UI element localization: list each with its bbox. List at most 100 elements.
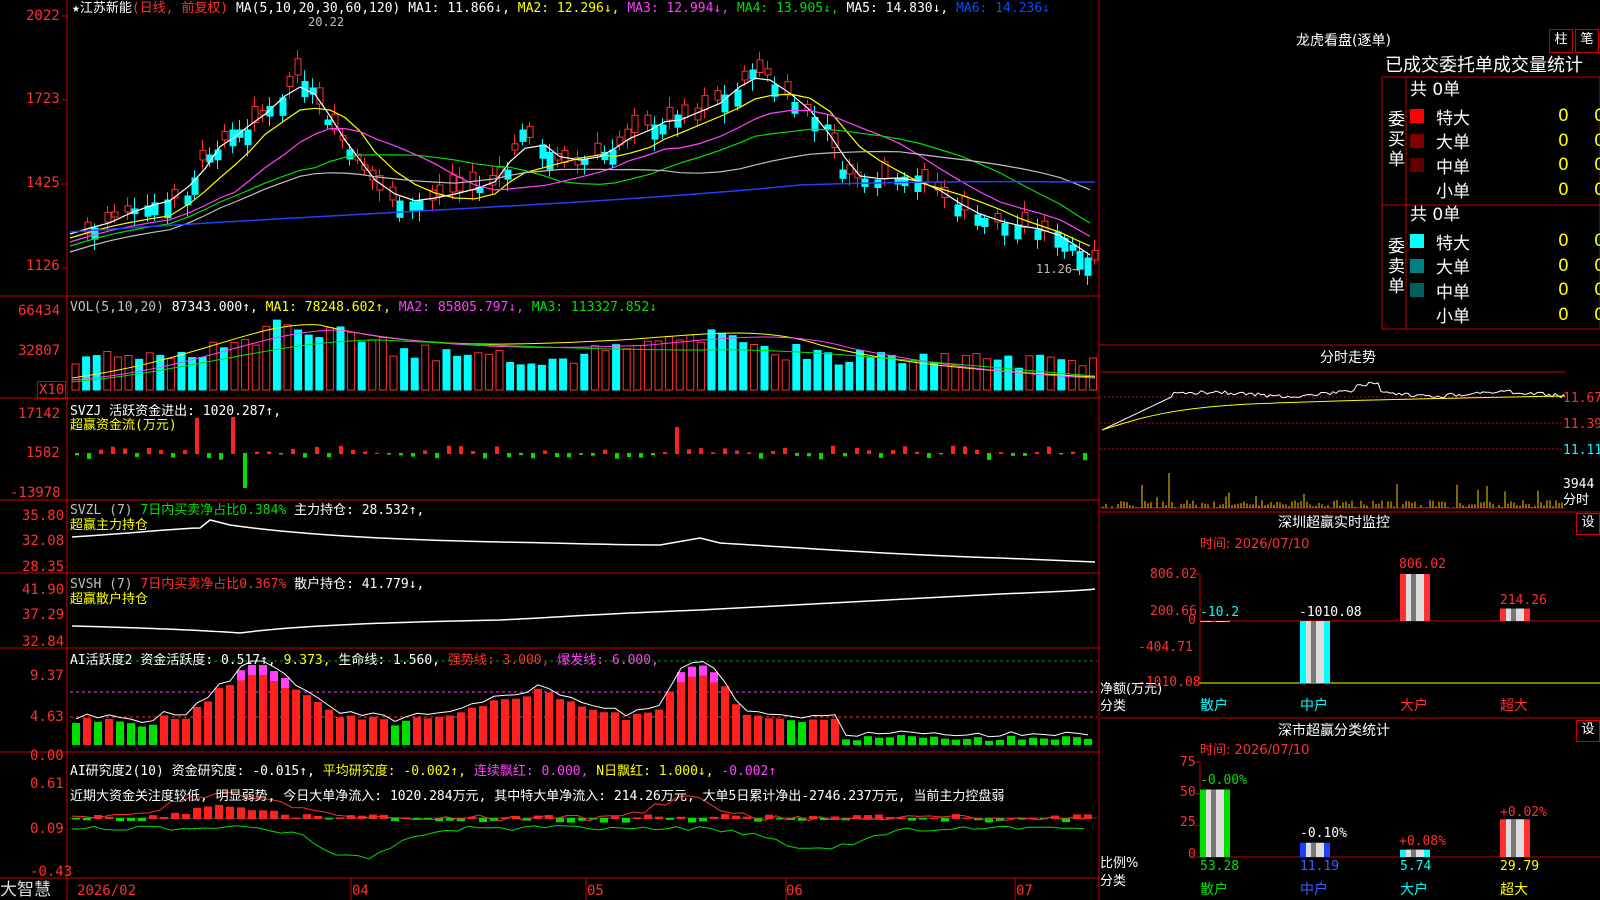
activity-bar bbox=[116, 721, 124, 745]
candle-body bbox=[279, 97, 287, 116]
activity-bar bbox=[996, 740, 1004, 745]
ma5-value: MA5: 14.830↓, bbox=[846, 1, 949, 16]
research-bar bbox=[138, 818, 146, 821]
class-bar-highlight bbox=[1306, 842, 1324, 857]
buy-color-swatch bbox=[1410, 158, 1424, 173]
volume-bar bbox=[92, 355, 101, 391]
candle-body bbox=[1084, 257, 1092, 276]
monitor-bar-highlight bbox=[1406, 574, 1424, 621]
vol-unit-label[interactable]: X10 bbox=[37, 381, 67, 399]
volume-bar bbox=[983, 358, 992, 391]
sell-orders-label: 委卖单 bbox=[1388, 237, 1405, 297]
ai-active-burst: 爆发线: 6.000, bbox=[557, 653, 659, 668]
vol-axis-label: 66434 bbox=[18, 303, 61, 319]
volume-bar bbox=[241, 339, 250, 391]
fund-flow-bar bbox=[243, 453, 247, 488]
buy-count: 0 bbox=[1558, 179, 1569, 200]
volume-bar bbox=[410, 357, 419, 391]
research-bar bbox=[743, 816, 751, 819]
ai-active-title: AI活跃度2 bbox=[70, 653, 133, 668]
research-bar bbox=[193, 808, 201, 819]
activity-bar bbox=[820, 719, 828, 745]
volume-bar bbox=[548, 358, 557, 391]
activity-bar bbox=[688, 666, 696, 745]
ma3-value: MA3: 12.994↓, bbox=[627, 1, 730, 16]
activity-bar bbox=[171, 718, 179, 745]
candle-body bbox=[791, 102, 799, 114]
activity-bar bbox=[1073, 737, 1081, 745]
candle-body bbox=[214, 149, 222, 161]
monitor-title: 深圳超赢实时监控 bbox=[1278, 515, 1390, 531]
volume-bar bbox=[930, 361, 939, 391]
fund-flow-bar bbox=[123, 448, 127, 454]
candle-body bbox=[961, 195, 969, 211]
activity-bar bbox=[160, 715, 168, 745]
price-axis-label: 2022 bbox=[26, 8, 60, 24]
fund-flow-bar bbox=[975, 449, 979, 454]
fund-flow-bar bbox=[75, 453, 79, 456]
candle-body bbox=[221, 130, 229, 141]
bar-view-button[interactable]: 柱 bbox=[1549, 29, 1573, 53]
sell-color-swatch bbox=[1410, 307, 1424, 322]
candle-body bbox=[416, 200, 424, 211]
class-bar bbox=[1300, 842, 1330, 857]
ai-research-title: AI研究度2(10) bbox=[70, 764, 164, 779]
fund-flow-bar bbox=[807, 453, 811, 457]
volume-bar bbox=[633, 345, 642, 391]
monitor-axis-label: 806.02 bbox=[1150, 567, 1197, 582]
activity-bar bbox=[1051, 739, 1059, 745]
buy-pct: 0% bbox=[1594, 130, 1600, 151]
svzl-panel-header: SVZL (7) 7日内买卖净占比0.384% 主力持仓: 28.532↑, bbox=[70, 503, 424, 518]
fund-flow-bar bbox=[1071, 451, 1075, 454]
fund-flow-bar bbox=[819, 453, 823, 460]
tick-view-button[interactable]: 笔 bbox=[1575, 29, 1599, 53]
research-bar bbox=[666, 818, 674, 820]
monitor-settings-button[interactable]: 设 bbox=[1576, 513, 1600, 535]
candle-body bbox=[674, 114, 682, 128]
svzl-subtitle: 超赢主力持仓 bbox=[70, 518, 149, 533]
candle-body bbox=[741, 70, 749, 81]
svsh-axis-label: 32.84 bbox=[22, 634, 65, 650]
fund-flow-bar bbox=[903, 446, 907, 454]
research-bar bbox=[215, 804, 223, 819]
monitor-bar-shade bbox=[1411, 574, 1416, 621]
fund-flow-bar bbox=[159, 449, 163, 454]
volume-bar bbox=[1036, 354, 1045, 391]
fund-flow-bar bbox=[111, 446, 115, 454]
candle-body bbox=[561, 150, 569, 163]
activity-bar bbox=[974, 737, 982, 745]
activity-bar bbox=[1018, 739, 1026, 745]
volume-bar bbox=[834, 364, 843, 391]
fund-flow-bar bbox=[735, 450, 739, 454]
volume-bar bbox=[718, 332, 727, 391]
favorite-star-icon[interactable]: ★ bbox=[72, 1, 80, 16]
activity-bar bbox=[853, 740, 861, 745]
buy-name: 小单 bbox=[1436, 182, 1470, 203]
volume-bar bbox=[484, 353, 493, 391]
sell-row: 大单 0 0% bbox=[1410, 254, 1600, 278]
activity-bar bbox=[578, 706, 586, 745]
activity-bar bbox=[358, 719, 366, 745]
class-bar-highlight bbox=[1406, 849, 1424, 857]
ai-research-avg: 平均研究度: -0.002↑, bbox=[322, 764, 467, 779]
activity-bar bbox=[259, 665, 267, 745]
svzl-axis-label: 28.35 bbox=[22, 559, 65, 575]
intraday-title: 分时走势 bbox=[1320, 350, 1376, 366]
candle-body bbox=[764, 68, 772, 76]
candle-body bbox=[974, 214, 982, 226]
fund-flow-bar bbox=[363, 451, 367, 454]
volume-bar bbox=[951, 364, 960, 391]
research-bar bbox=[941, 818, 949, 822]
sell-count: 0 bbox=[1558, 304, 1569, 325]
volume-bar bbox=[728, 335, 737, 391]
activity-peak bbox=[699, 665, 707, 676]
buy-row: 大单 0 0% bbox=[1410, 129, 1600, 153]
class-settings-button[interactable]: 设 bbox=[1576, 720, 1600, 742]
fund-flow-bar bbox=[1023, 453, 1027, 456]
activity-bar bbox=[105, 718, 113, 745]
volume-bar bbox=[559, 358, 568, 391]
activity-bar bbox=[721, 686, 729, 745]
activity-bar bbox=[435, 716, 443, 745]
ai-research-cont: 连续飘红: 0.000, bbox=[473, 764, 589, 779]
vol-ma2: MA2: 85805.797↓, bbox=[398, 300, 524, 315]
